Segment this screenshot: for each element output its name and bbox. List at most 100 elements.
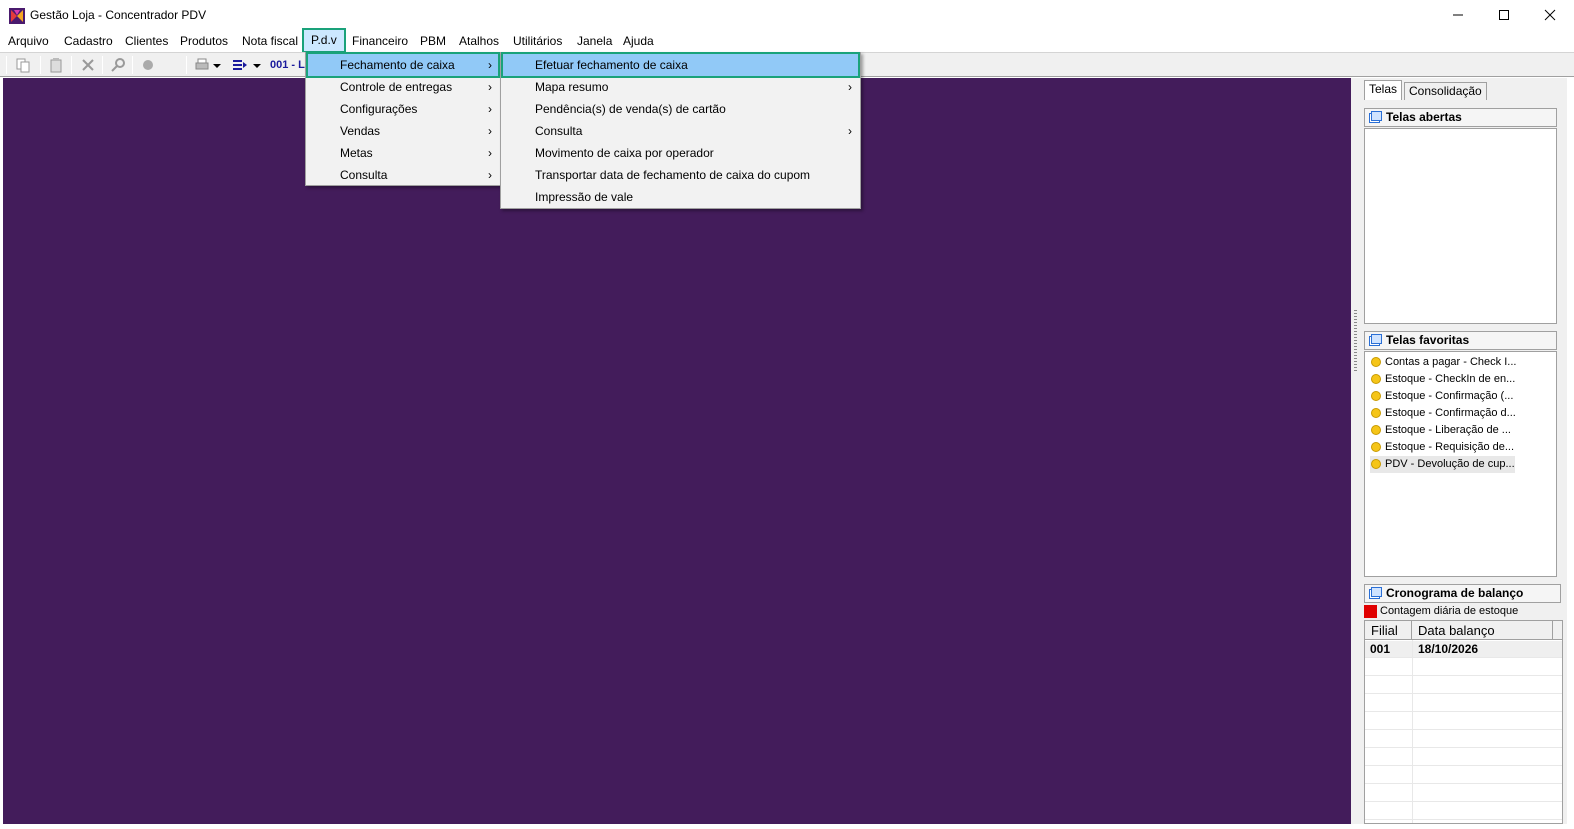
favorite-item[interactable]: Estoque - Liberação de ... [1370,422,1511,439]
menu-cadastro[interactable]: Cadastro [62,32,115,51]
close-icon [1544,9,1556,21]
favorite-dot-icon [1371,459,1381,469]
window-icon [1369,111,1382,123]
favorite-dot-icon [1371,442,1381,452]
toolbar-separator [71,56,72,74]
column-separator[interactable] [1411,621,1412,640]
table-row-empty [1365,731,1562,748]
window-icon [1369,587,1382,599]
cronograma-header[interactable]: Cronograma de balanço [1364,584,1561,603]
search-icon[interactable] [110,57,126,73]
table-row[interactable]: 001 18/10/2026 [1365,641,1562,658]
favorite-dot-icon [1371,425,1381,435]
chevron-right-icon: › [488,102,492,116]
pdv-menu: Fechamento de caixa › Controle de entrega… [305,52,501,186]
chevron-right-icon: › [488,124,492,138]
menu-controle-de-entregas[interactable]: Controle de entregas › [308,76,498,98]
menu-fechamento-de-caixa[interactable]: Fechamento de caixa › [306,52,500,78]
chevron-right-icon: › [848,80,852,94]
table-row-empty [1365,803,1562,820]
menu-transportar-data-fechamento[interactable]: Transportar data de fechamento de caixa … [503,164,858,186]
telas-abertas-list[interactable] [1364,128,1557,324]
chevron-right-icon: › [848,124,852,138]
chevron-down-icon[interactable] [212,57,222,73]
chevron-right-icon: › [488,58,492,72]
menu-vendas[interactable]: Vendas › [308,120,498,142]
column-separator[interactable] [1552,621,1553,640]
chevron-right-icon: › [488,146,492,160]
favorite-dot-icon [1371,408,1381,418]
menu-bar: Arquivo Cadastro Clientes Produtos Nota … [0,28,1574,53]
menu-ajuda[interactable]: Ajuda [621,32,656,51]
cell-filial: 001 [1370,642,1391,656]
table-row-empty [1365,713,1562,730]
column-header-filial[interactable]: Filial [1371,623,1398,638]
chevron-right-icon: › [488,168,492,182]
copy-icon[interactable] [15,57,31,73]
table-row-empty [1365,767,1562,784]
favorite-item[interactable]: Estoque - Confirmação (... [1370,388,1513,405]
favorite-dot-icon [1371,357,1381,367]
table-row-empty [1365,695,1562,712]
telas-favoritas-header[interactable]: Telas favoritas [1364,331,1557,350]
menu-metas[interactable]: Metas › [308,142,498,164]
menu-consulta[interactable]: Consulta › [308,164,498,186]
menu-efetuar-fechamento-de-caixa[interactable]: Efetuar fechamento de caixa [501,52,860,78]
menu-configuracoes[interactable]: Configurações › [308,98,498,120]
toolbar-separator [132,56,133,74]
fechamento-submenu: Efetuar fechamento de caixa Mapa resumo ›… [500,52,861,209]
menu-movimento-caixa-operador[interactable]: Movimento de caixa por operador [503,142,858,164]
splitter-grip-icon[interactable] [1354,310,1357,372]
cronograma-grid: Filial Data balanço 001 18/10/2026 [1364,620,1563,824]
menu-arquivo[interactable]: Arquivo [6,32,51,51]
menu-atalhos[interactable]: Atalhos [457,32,501,51]
panel-splitter[interactable] [1351,78,1359,824]
favorite-item[interactable]: Estoque - CheckIn de en... [1370,371,1515,388]
menu-financeiro[interactable]: Financeiro [350,32,410,51]
cell-data-balanco: 18/10/2026 [1418,642,1479,656]
minimize-icon [1453,14,1463,16]
favorite-item[interactable]: Estoque - Confirmação d... [1370,405,1516,422]
menu-pendencias-vendas-cartao[interactable]: Pendência(s) de venda(s) de cartão [503,98,858,120]
chevron-down-icon[interactable] [252,57,262,73]
table-row-empty [1365,749,1562,766]
menu-nota-fiscal[interactable]: Nota fiscal [240,32,300,51]
app-logo-icon [9,8,25,24]
menu-utilitarios[interactable]: Utilitários [511,32,564,51]
column-header-data-balanco[interactable]: Data balanço [1418,623,1495,638]
table-row-empty [1365,659,1562,676]
paste-icon[interactable] [48,57,64,73]
export-icon[interactable] [232,57,248,73]
menu-pbm[interactable]: PBM [418,32,448,51]
close-button[interactable] [1527,0,1573,30]
tab-telas[interactable]: Telas [1364,80,1403,100]
chevron-right-icon: › [488,80,492,94]
favorite-item[interactable]: Estoque - Requisição de... [1370,439,1514,456]
cronograma-title: Cronograma de balanço [1386,586,1524,600]
delete-icon[interactable] [80,57,96,73]
menu-consulta-fechamento[interactable]: Consulta › [503,120,858,142]
telas-abertas-header[interactable]: Telas abertas [1364,108,1557,127]
menu-produtos[interactable]: Produtos [178,32,230,51]
maximize-icon [1499,10,1509,20]
minimize-button[interactable] [1435,0,1481,30]
tab-consolidacao[interactable]: Consolidação [1404,82,1487,100]
maximize-button[interactable] [1481,0,1527,30]
filial-selector[interactable]: 001 - L [270,59,305,71]
favorite-dot-icon [1371,374,1381,384]
menu-pdv[interactable]: P.d.v [302,28,346,53]
favorite-item[interactable]: Contas a pagar - Check I... [1370,354,1516,371]
menu-janela[interactable]: Janela [575,32,614,51]
menu-clientes[interactable]: Clientes [123,32,170,51]
table-row-empty [1365,677,1562,694]
window-title: Gestão Loja - Concentrador PDV [30,8,207,22]
legend-color-swatch [1364,605,1377,618]
menu-impressao-de-vale[interactable]: Impressão de vale [503,186,858,208]
menu-mapa-resumo[interactable]: Mapa resumo › [503,76,858,98]
record-icon[interactable] [140,57,156,73]
favorite-dot-icon [1371,391,1381,401]
toolbar-separator [186,56,187,74]
table-row-empty [1365,785,1562,802]
print-icon[interactable] [194,57,210,73]
favorite-item[interactable]: PDV - Devolução de cup... [1370,456,1515,473]
